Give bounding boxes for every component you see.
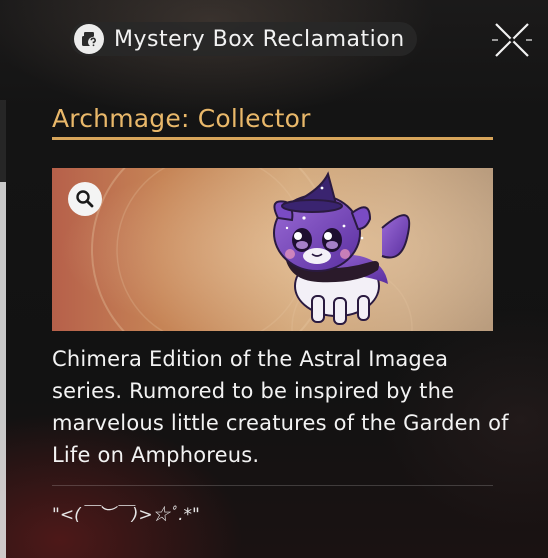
divider bbox=[52, 485, 493, 486]
window-title: Mystery Box Reclamation bbox=[114, 26, 405, 52]
item-description: Chimera Edition of the Astral Imagea ser… bbox=[52, 347, 509, 467]
mystery-box-icon bbox=[74, 24, 104, 54]
heading-underline bbox=[52, 137, 493, 140]
scrollbar[interactable] bbox=[0, 100, 6, 558]
scroll-thumb[interactable] bbox=[0, 182, 6, 558]
item-image[interactable] bbox=[52, 168, 493, 331]
close-button[interactable] bbox=[488, 16, 536, 64]
zoom-button[interactable] bbox=[68, 182, 102, 216]
close-icon bbox=[492, 23, 532, 57]
flavor-text: "<(￣︶￣)>☆ﾟ.*" bbox=[52, 505, 200, 525]
title-pill: Mystery Box Reclamation bbox=[70, 22, 417, 56]
item-name: Archmage: Collector bbox=[52, 104, 311, 133]
top-bar: Mystery Box Reclamation bbox=[0, 0, 548, 78]
magnifier-icon bbox=[76, 190, 94, 208]
